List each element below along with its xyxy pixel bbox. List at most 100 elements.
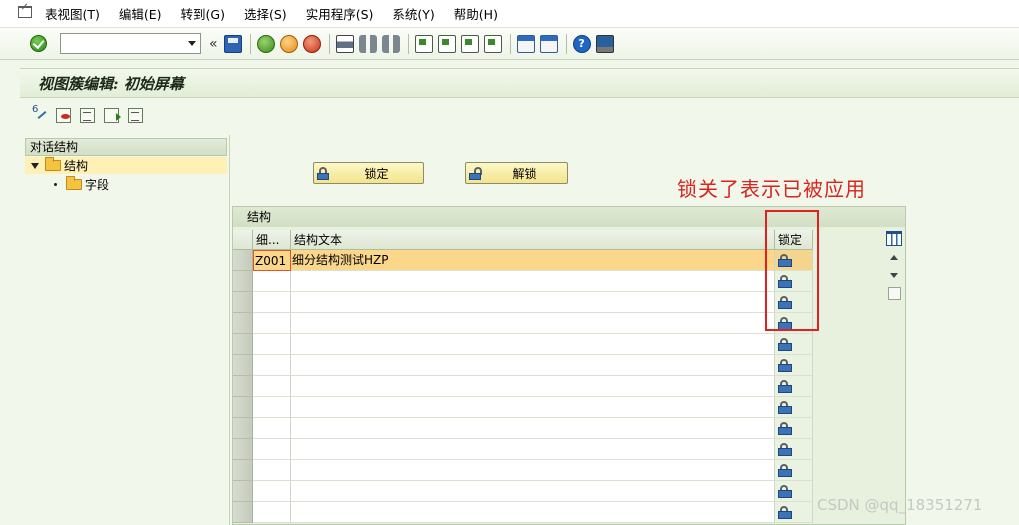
cell-text[interactable] bbox=[291, 460, 775, 481]
cell-code[interactable]: Z001 bbox=[253, 250, 291, 271]
cell-lock[interactable] bbox=[775, 355, 813, 376]
cell-code[interactable] bbox=[253, 481, 291, 502]
print-icon[interactable] bbox=[335, 34, 354, 53]
cell-lock[interactable] bbox=[775, 334, 813, 355]
menu-edit[interactable]: 编辑(E) bbox=[119, 4, 162, 23]
table-row[interactable]: Z001 细分结构测试HZP bbox=[233, 250, 813, 271]
cell-text[interactable] bbox=[291, 502, 775, 523]
row-selector[interactable] bbox=[233, 439, 253, 460]
cell-text[interactable] bbox=[291, 418, 775, 439]
cell-text[interactable] bbox=[291, 292, 775, 313]
column-header-text[interactable]: 结构文本 bbox=[291, 230, 775, 250]
command-dropdown-icon[interactable] bbox=[183, 34, 200, 53]
scrollbar-thumb[interactable] bbox=[888, 287, 901, 300]
table-row[interactable] bbox=[233, 271, 813, 292]
cell-code[interactable] bbox=[253, 355, 291, 376]
cell-code[interactable] bbox=[253, 334, 291, 355]
select-all-column[interactable] bbox=[233, 230, 253, 250]
row-selector[interactable] bbox=[233, 313, 253, 334]
cell-code[interactable] bbox=[253, 502, 291, 523]
table-row[interactable] bbox=[233, 313, 813, 334]
table-row[interactable] bbox=[233, 397, 813, 418]
row-selector[interactable] bbox=[233, 460, 253, 481]
cell-text[interactable] bbox=[291, 355, 775, 376]
cell-lock[interactable] bbox=[775, 481, 813, 502]
table-row[interactable] bbox=[233, 418, 813, 439]
cell-lock[interactable] bbox=[775, 439, 813, 460]
help-icon[interactable]: ? bbox=[572, 34, 591, 53]
row-selector[interactable] bbox=[233, 250, 253, 271]
cell-text[interactable] bbox=[291, 376, 775, 397]
tree-expand-icon[interactable] bbox=[31, 162, 39, 169]
exit-icon[interactable] bbox=[279, 34, 298, 53]
lock-button[interactable]: 锁定 bbox=[313, 162, 424, 184]
cell-text[interactable] bbox=[291, 313, 775, 334]
details-icon[interactable] bbox=[80, 107, 95, 123]
table-row[interactable] bbox=[233, 460, 813, 481]
cell-code[interactable] bbox=[253, 292, 291, 313]
cell-text[interactable] bbox=[291, 481, 775, 502]
last-page-icon[interactable] bbox=[483, 34, 502, 53]
table-settings-icon[interactable] bbox=[886, 231, 902, 246]
layout-menu-icon[interactable] bbox=[595, 34, 614, 53]
row-selector[interactable] bbox=[233, 271, 253, 292]
cell-lock[interactable] bbox=[775, 460, 813, 481]
menu-goto[interactable]: 转到(G) bbox=[181, 4, 225, 23]
collapse-chevron-icon[interactable]: « bbox=[209, 36, 218, 52]
previous-page-icon[interactable] bbox=[437, 34, 456, 53]
enter-check-icon[interactable] bbox=[30, 35, 47, 52]
cell-text[interactable] bbox=[291, 439, 775, 460]
next-page-icon[interactable] bbox=[460, 34, 479, 53]
cell-text[interactable] bbox=[291, 334, 775, 355]
cell-lock[interactable] bbox=[775, 376, 813, 397]
table-row[interactable] bbox=[233, 376, 813, 397]
table-row[interactable] bbox=[233, 334, 813, 355]
find-next-icon[interactable] bbox=[381, 34, 400, 53]
row-selector[interactable] bbox=[233, 502, 253, 523]
cell-lock[interactable] bbox=[775, 418, 813, 439]
menu-utilities[interactable]: 实用程序(S) bbox=[306, 4, 374, 23]
tree-node-fields[interactable]: 字段 bbox=[25, 176, 227, 193]
menu-select[interactable]: 选择(S) bbox=[244, 4, 287, 23]
unlock-button[interactable]: 解锁 bbox=[465, 162, 568, 184]
cell-text[interactable] bbox=[291, 397, 775, 418]
save-icon[interactable] bbox=[223, 34, 242, 53]
command-field[interactable] bbox=[60, 33, 201, 54]
create-session-icon[interactable] bbox=[516, 34, 535, 53]
row-selector[interactable] bbox=[233, 397, 253, 418]
table-row[interactable] bbox=[233, 439, 813, 460]
menu-help[interactable]: 帮助(H) bbox=[454, 4, 498, 23]
menu-system[interactable]: 系统(Y) bbox=[392, 4, 434, 23]
cell-code[interactable] bbox=[253, 376, 291, 397]
table-row[interactable] bbox=[233, 481, 813, 502]
column-header-code[interactable]: 细... bbox=[253, 230, 291, 250]
cell-lock[interactable] bbox=[775, 397, 813, 418]
cell-code[interactable] bbox=[253, 460, 291, 481]
cell-code[interactable] bbox=[253, 439, 291, 460]
cell-code[interactable] bbox=[253, 397, 291, 418]
cell-code[interactable] bbox=[253, 271, 291, 292]
row-selector[interactable] bbox=[233, 481, 253, 502]
create-shortcut-icon[interactable] bbox=[539, 34, 558, 53]
menu-table-view[interactable]: 表视图(T) bbox=[45, 4, 100, 23]
command-input[interactable] bbox=[61, 34, 181, 53]
row-selector[interactable] bbox=[233, 376, 253, 397]
back-icon[interactable] bbox=[256, 34, 275, 53]
scroll-down-icon[interactable] bbox=[890, 273, 898, 278]
deselect-all-icon[interactable] bbox=[128, 107, 143, 123]
first-page-icon[interactable] bbox=[414, 34, 433, 53]
table-row[interactable] bbox=[233, 355, 813, 376]
cancel-icon[interactable] bbox=[302, 34, 321, 53]
row-selector[interactable] bbox=[233, 334, 253, 355]
menu-exit-icon[interactable] bbox=[18, 5, 32, 18]
display-change-icon[interactable] bbox=[32, 104, 47, 123]
select-all-icon[interactable] bbox=[104, 107, 121, 123]
row-selector[interactable] bbox=[233, 292, 253, 313]
cell-lock[interactable] bbox=[775, 502, 813, 523]
cell-text[interactable] bbox=[291, 271, 775, 292]
delete-entry-icon[interactable] bbox=[56, 107, 71, 123]
cell-text[interactable]: 细分结构测试HZP bbox=[291, 250, 775, 271]
tree-node-structure[interactable]: 结构 bbox=[25, 157, 227, 174]
table-row[interactable] bbox=[233, 292, 813, 313]
cell-code[interactable] bbox=[253, 418, 291, 439]
